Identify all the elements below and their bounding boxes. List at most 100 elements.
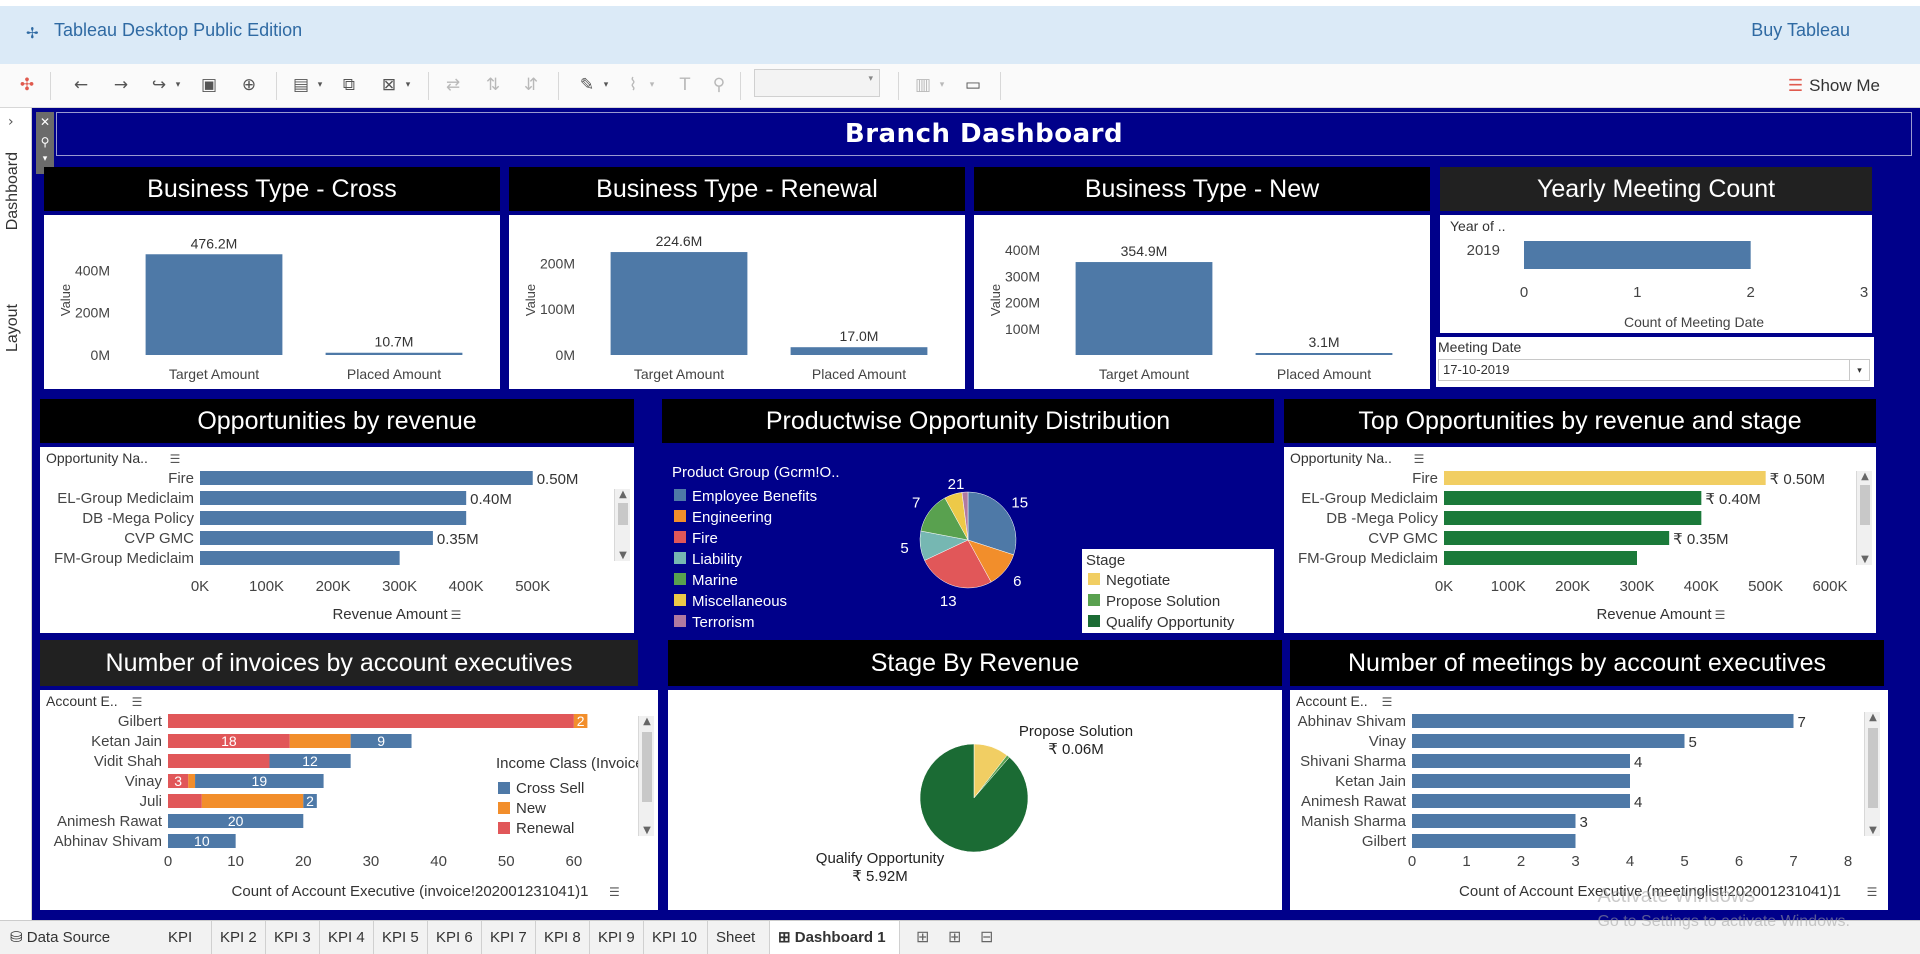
opp-rev-scrollbar[interactable]: ▲ ▼ <box>614 489 630 561</box>
data-source-tab[interactable]: ⛁ Data Source <box>10 921 110 954</box>
scrollbar-thumb[interactable] <box>618 503 628 525</box>
redo-icon[interactable]: → <box>108 72 134 98</box>
row-label: Abhinav Shivam <box>54 833 162 850</box>
sheet-tab[interactable]: ⊞ Dashboard 1 <box>770 921 900 954</box>
toolbar-separator <box>740 72 741 100</box>
scroll-down-icon[interactable]: ▼ <box>1865 825 1881 836</box>
legend-swatch <box>498 822 510 834</box>
sort-descending-icon[interactable]: ⇵ <box>518 72 544 98</box>
tab-dashboard[interactable]: Dashboard <box>4 152 22 230</box>
x-tick-label: 3 <box>1571 853 1579 870</box>
sort-icon: ☰ <box>132 695 143 709</box>
object-controls[interactable]: ✕ ⚲ ▾ <box>36 112 54 174</box>
x-tick-label: Placed Amount <box>347 366 441 382</box>
legend-label: Liability <box>692 551 743 568</box>
label-icon[interactable]: T <box>672 72 698 98</box>
buy-tableau-link[interactable]: Buy Tableau <box>1751 20 1850 41</box>
new-datasource-icon[interactable]: ⊕ <box>236 72 262 98</box>
undo-icon[interactable]: ← <box>68 72 94 98</box>
chart-meeting: Year of .. 2019 0 1 2 3 Count of Meeting Date <box>1440 215 1872 333</box>
sheet-tab[interactable]: KPI 4 <box>320 921 374 954</box>
sheet-tab[interactable]: KPI 7 <box>482 921 536 954</box>
scroll-up-icon[interactable]: ▲ <box>639 716 655 727</box>
new-worksheet-icon[interactable]: ⊞ <box>916 921 929 954</box>
swap-icon[interactable]: ⇄ <box>440 72 466 98</box>
expand-arrow-icon[interactable]: › <box>8 114 14 130</box>
scroll-up-icon[interactable]: ▲ <box>615 489 631 500</box>
scrollbar-thumb[interactable] <box>1868 728 1878 808</box>
sheet-tab[interactable]: KPI 9 <box>590 921 644 954</box>
scroll-down-icon[interactable]: ▼ <box>615 550 631 561</box>
group-icon[interactable]: ⌇ <box>620 72 646 98</box>
presentation-mode-icon[interactable]: ▭ <box>960 72 986 98</box>
toolbar: ✣ ← → ↪ ▾ ▣ ⊕ ▤ ▾ ⧉ ⊠ ▾ ⇄ ⇅ ⇵ ✎ ▾ ⌇ ▾ T … <box>0 64 1920 108</box>
pin-icon[interactable]: ⚲ <box>36 132 54 152</box>
sort-ascending-icon[interactable]: ⇅ <box>480 72 506 98</box>
scroll-up-icon[interactable]: ▲ <box>1865 712 1881 723</box>
x-tick-label: 10 <box>227 853 244 870</box>
chart-new: Value 100M 200M 300M 400M 354.9M Target Amount… <box>974 215 1430 389</box>
y-axis-label: Value <box>988 284 1003 316</box>
sheet-tab[interactable]: KPI 6 <box>428 921 482 954</box>
save-icon[interactable]: ▣ <box>196 72 222 98</box>
chevron-down-icon[interactable]: ▾ <box>646 72 658 98</box>
show-me-button[interactable]: ☰ Show Me <box>1788 72 1880 100</box>
meeting-date-dropdown[interactable]: 17-10-2019 ▾ <box>1438 359 1870 381</box>
invoices-scrollbar[interactable]: ▲ ▼ <box>638 716 654 836</box>
chevron-down-icon[interactable]: ▾ <box>314 72 326 98</box>
x-tick-label: 0 <box>164 853 172 870</box>
tableau-start-icon[interactable]: ✣ <box>14 72 40 98</box>
x-tick-label: 100K <box>249 578 284 595</box>
legend-label: New <box>516 800 546 817</box>
chevron-down-icon[interactable]: ▾ <box>402 72 414 98</box>
scrollbar-thumb[interactable] <box>1860 485 1870 525</box>
close-icon[interactable]: ✕ <box>36 112 54 132</box>
row-label: Vidit Shah <box>94 753 162 770</box>
new-dashboard-icon[interactable]: ⊞ <box>948 921 961 954</box>
data-label: 6 <box>1013 573 1021 590</box>
sheet-tab[interactable]: KPI 5 <box>374 921 428 954</box>
meetings-scrollbar[interactable]: ▲ ▼ <box>1864 712 1880 836</box>
sheet-tab[interactable]: Sheet 9 <box>708 921 770 954</box>
x-tick-label: 60 <box>566 853 583 870</box>
scrollbar-thumb[interactable] <box>642 732 652 802</box>
chevron-down-icon[interactable]: ▾ <box>36 152 54 166</box>
x-tick-label: 20 <box>295 853 312 870</box>
bar <box>200 491 467 505</box>
scroll-down-icon[interactable]: ▼ <box>639 825 655 836</box>
chevron-down-icon[interactable]: ▾ <box>936 72 948 98</box>
chart-top-opp: Opportunity Na.. ☰ Fire ₹ 0.50M EL-Group Med… <box>1284 447 1876 633</box>
data-label: 3 <box>174 773 182 789</box>
x-tick-label: Target Amount <box>169 366 259 382</box>
bar <box>1255 353 1393 355</box>
data-label: 5 <box>1689 734 1697 751</box>
highlight-icon[interactable]: ✎ <box>574 72 600 98</box>
x-tick-label: 30 <box>363 853 380 870</box>
tab-layout[interactable]: Layout <box>4 304 22 352</box>
scroll-up-icon[interactable]: ▲ <box>1857 471 1873 482</box>
x-tick-label: 0 <box>1408 853 1416 870</box>
fit-icon[interactable]: ▥ <box>910 72 936 98</box>
scroll-down-icon[interactable]: ▼ <box>1857 554 1873 565</box>
duplicate-sheet-icon[interactable]: ⧉ <box>336 72 362 98</box>
chevron-down-icon[interactable]: ▾ <box>172 72 184 98</box>
chevron-down-icon[interactable]: ▾ <box>600 72 612 98</box>
top-opp-scrollbar[interactable]: ▲ ▼ <box>1856 471 1872 565</box>
replay-icon[interactable]: ↪ <box>146 72 172 98</box>
chart-stage-svg: Propose Solution₹ 0.06M Qualify Opportuni… <box>816 723 1133 885</box>
sheet-tab[interactable]: KPI 2 <box>212 921 266 954</box>
fit-dropdown[interactable]: ▾ <box>754 69 880 97</box>
sheet-tab[interactable]: KPI 1 <box>160 921 212 954</box>
sheet-tab[interactable]: KPI 10 <box>644 921 708 954</box>
row-label: FM-Group Mediclaim <box>54 550 194 567</box>
panel-title-invoices: Number of invoices by account executives <box>40 640 638 686</box>
panel-title-opp-rev: Opportunities by revenue <box>40 399 634 443</box>
sheet-tab[interactable]: KPI 8 <box>536 921 590 954</box>
pin-icon[interactable]: ⚲ <box>706 72 732 98</box>
panel-title-product: Productwise Opportunity Distribution <box>662 399 1274 443</box>
clear-sheet-icon[interactable]: ⊠ <box>376 72 402 98</box>
sort-icon: ☰ <box>451 608 462 622</box>
new-story-icon[interactable]: ⊟ <box>980 921 993 954</box>
sheet-tab[interactable]: KPI 3 <box>266 921 320 954</box>
new-worksheet-icon[interactable]: ▤ <box>288 72 314 98</box>
